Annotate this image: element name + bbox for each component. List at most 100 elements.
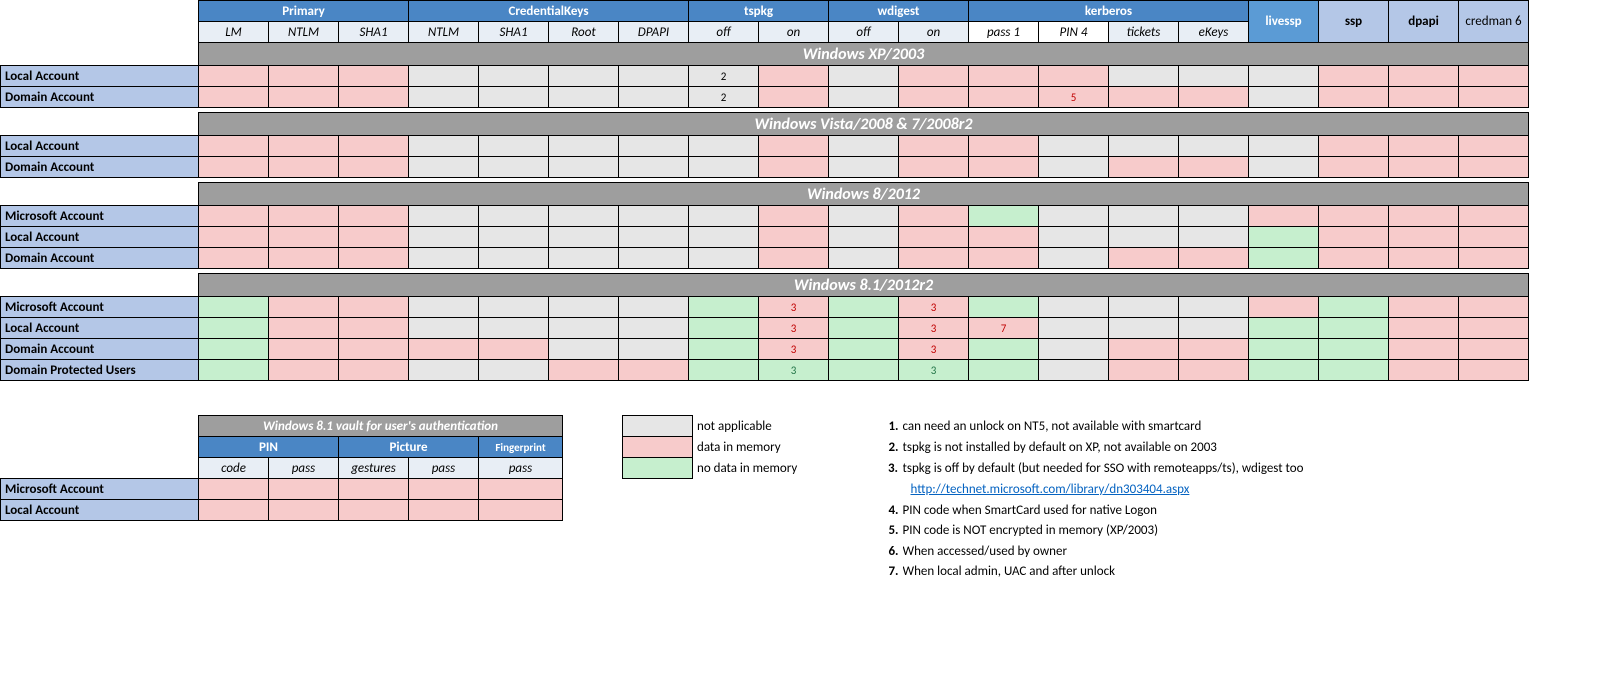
table-row: Domain Account25 xyxy=(1,87,1529,108)
vault-row-local: Local Account xyxy=(1,500,199,521)
cell xyxy=(899,87,969,108)
cell xyxy=(199,479,269,500)
cell xyxy=(689,360,759,381)
cell xyxy=(339,157,409,178)
cell xyxy=(479,360,549,381)
vault-row-ms: Microsoft Account xyxy=(1,479,199,500)
vault-sub-pass2: pass xyxy=(409,458,479,479)
cell: 3 xyxy=(899,297,969,318)
cell xyxy=(1389,248,1459,269)
section-header: Windows 8.1/2012r2 xyxy=(199,274,1529,297)
cell xyxy=(829,227,899,248)
cell xyxy=(1179,136,1249,157)
cell xyxy=(549,206,619,227)
cell xyxy=(1039,136,1109,157)
cell xyxy=(269,66,339,87)
cell xyxy=(409,339,479,360)
cell: 3 xyxy=(759,360,829,381)
sub-ck-dpapi: DPAPI xyxy=(619,22,689,43)
cell xyxy=(969,206,1039,227)
row-label: Domain Account xyxy=(1,339,199,360)
cell xyxy=(1249,157,1319,178)
hdr-tspkg: tspkg xyxy=(689,1,829,22)
cell xyxy=(549,339,619,360)
cell xyxy=(479,318,549,339)
note-1: can need an unlock on NT5, not available… xyxy=(903,416,1543,437)
cell xyxy=(689,136,759,157)
cell xyxy=(1109,66,1179,87)
cell xyxy=(1389,157,1459,178)
cell xyxy=(689,339,759,360)
section-header: Windows 8/2012 xyxy=(199,183,1529,206)
cell xyxy=(619,66,689,87)
cell xyxy=(479,500,563,521)
cell xyxy=(1179,87,1249,108)
sub-kerb-pin: PIN 4 xyxy=(1039,22,1109,43)
cell xyxy=(759,157,829,178)
table-row: Domain Account xyxy=(1,157,1529,178)
cell xyxy=(969,360,1039,381)
cell xyxy=(969,227,1039,248)
cell xyxy=(1389,297,1459,318)
cell xyxy=(1039,248,1109,269)
cell xyxy=(759,227,829,248)
sub-wdigest-on: on xyxy=(899,22,969,43)
cell xyxy=(549,227,619,248)
cell xyxy=(969,157,1039,178)
cell xyxy=(1109,339,1179,360)
cell xyxy=(269,227,339,248)
cell: 7 xyxy=(969,318,1039,339)
hdr-kerberos: kerberos xyxy=(969,1,1249,22)
row-label: Domain Protected Users xyxy=(1,360,199,381)
note-num-1: 1. xyxy=(873,416,903,437)
cell xyxy=(409,136,479,157)
cell xyxy=(549,360,619,381)
cell xyxy=(1459,248,1529,269)
vault-sub-pass3: pass xyxy=(479,458,563,479)
cell xyxy=(829,87,899,108)
note-4: PIN code when SmartCard used for native … xyxy=(903,500,1543,521)
cell xyxy=(899,248,969,269)
cell xyxy=(199,206,269,227)
cell xyxy=(1179,360,1249,381)
cell xyxy=(1109,248,1179,269)
table-row: Microsoft Account xyxy=(1,206,1529,227)
cell: 3 xyxy=(899,360,969,381)
cell xyxy=(549,136,619,157)
cell xyxy=(759,248,829,269)
cell: 2 xyxy=(689,87,759,108)
legend-swatch-grey xyxy=(623,416,693,437)
cell xyxy=(269,360,339,381)
cell xyxy=(1179,339,1249,360)
cell xyxy=(409,87,479,108)
row-label: Domain Account xyxy=(1,87,199,108)
vault-grp-finger: Fingerprint xyxy=(479,437,563,458)
row-label: Domain Account xyxy=(1,248,199,269)
cell xyxy=(1039,66,1109,87)
cell xyxy=(969,87,1039,108)
cell xyxy=(829,360,899,381)
cell xyxy=(1039,227,1109,248)
cell xyxy=(479,157,549,178)
cell xyxy=(1459,136,1529,157)
cell xyxy=(1039,297,1109,318)
cell xyxy=(549,87,619,108)
cell xyxy=(199,136,269,157)
row-label: Domain Account xyxy=(1,157,199,178)
cell xyxy=(269,206,339,227)
cell xyxy=(1179,66,1249,87)
row-label: Local Account xyxy=(1,227,199,248)
cell xyxy=(409,479,479,500)
cell xyxy=(619,157,689,178)
cell xyxy=(1249,318,1319,339)
cell xyxy=(479,206,549,227)
cell xyxy=(1459,66,1529,87)
cell xyxy=(1179,157,1249,178)
cell xyxy=(339,360,409,381)
notes-link[interactable]: http://technet.microsoft.com/library/dn3… xyxy=(911,482,1190,497)
cell xyxy=(199,297,269,318)
cell xyxy=(1389,339,1459,360)
cell: 3 xyxy=(759,297,829,318)
cell xyxy=(479,297,549,318)
cell xyxy=(1249,206,1319,227)
